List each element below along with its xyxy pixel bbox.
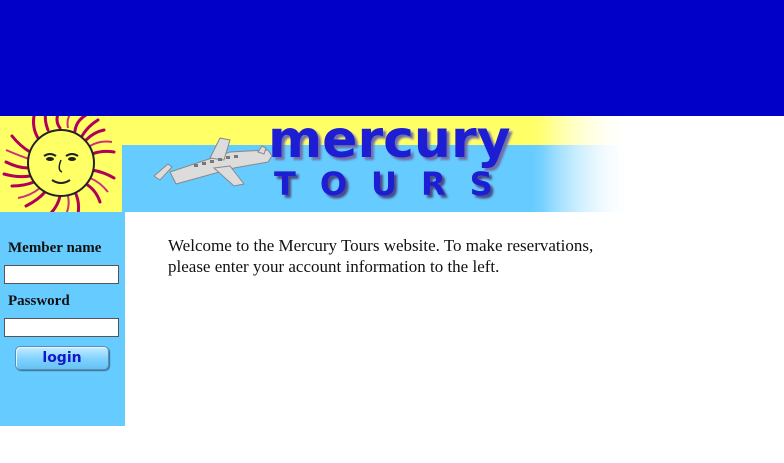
- password-input[interactable]: [4, 318, 119, 337]
- sun-logo-icon: [0, 116, 122, 212]
- password-label: Password: [8, 293, 70, 309]
- member-name-label: Member name: [8, 240, 102, 256]
- logo-mercury-text: mercury: [268, 116, 511, 170]
- member-name-input[interactable]: [4, 265, 119, 284]
- header-logo-area: mercury TOURS: [122, 116, 634, 212]
- welcome-text: Welcome to the Mercury Tours website. To…: [168, 236, 594, 276]
- logo-tours-text: TOURS: [274, 165, 517, 203]
- airplane-icon: [153, 137, 273, 187]
- top-banner: [0, 0, 784, 116]
- login-button[interactable]: login: [15, 346, 109, 370]
